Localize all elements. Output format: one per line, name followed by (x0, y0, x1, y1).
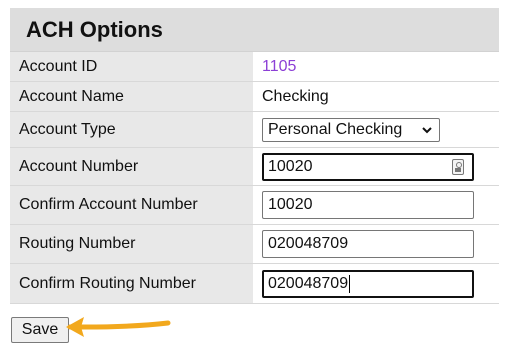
routing-number-cell: 020048709 (253, 225, 499, 263)
confirm-routing-number-value: 020048709 (268, 274, 349, 292)
routing-number-value: 020048709 (268, 235, 349, 252)
confirm-routing-number-input[interactable]: 020048709 (262, 269, 474, 298)
account-number-input[interactable]: 10020 (262, 152, 474, 181)
account-type-row: Account Type Personal Checking (10, 112, 499, 148)
ach-form: Account ID 1105 Account Name Checking Ac… (10, 52, 499, 304)
account-name-value: Checking (262, 87, 329, 105)
account-id-cell: 1105 (253, 52, 499, 81)
confirm-account-number-cell: 10020 (253, 186, 499, 224)
account-id-label: Account ID (10, 52, 253, 81)
account-name-label: Account Name (10, 82, 253, 111)
panel-title: ACH Options (26, 16, 163, 42)
routing-number-input[interactable]: 020048709 (262, 230, 474, 258)
account-type-select[interactable]: Personal Checking (262, 117, 440, 142)
confirm-routing-number-cell: 020048709 (253, 264, 499, 303)
account-type-selected: Personal Checking (268, 120, 403, 138)
account-number-label: Account Number (10, 148, 253, 185)
account-id-link[interactable]: 1105 (262, 58, 296, 76)
routing-number-label: Routing Number (10, 225, 253, 263)
ach-options-panel: ACH Options Account ID 1105 Account Name… (10, 8, 499, 304)
account-id-row: Account ID 1105 (10, 52, 499, 82)
account-type-label: Account Type (10, 112, 253, 147)
confirm-account-number-input[interactable]: 10020 (262, 191, 474, 219)
confirm-routing-number-row: Confirm Routing Number 020048709 (10, 264, 499, 304)
chevron-down-icon (422, 126, 432, 133)
text-caret (349, 274, 351, 293)
account-type-cell: Personal Checking (253, 112, 499, 147)
arrow-left-icon (66, 317, 171, 337)
confirm-routing-number-label: Confirm Routing Number (10, 264, 253, 303)
confirm-account-number-label: Confirm Account Number (10, 186, 253, 224)
account-number-value: 10020 (268, 157, 313, 175)
panel-header: ACH Options (10, 8, 499, 52)
confirm-account-number-row: Confirm Account Number 10020 (10, 186, 499, 225)
account-number-cell: 10020 (253, 148, 499, 185)
save-button[interactable]: Save (11, 317, 69, 343)
key-icon[interactable] (452, 158, 464, 175)
account-number-row: Account Number 10020 (10, 148, 499, 186)
confirm-account-number-value: 10020 (268, 196, 313, 213)
account-name-cell: Checking (253, 82, 499, 111)
routing-number-row: Routing Number 020048709 (10, 225, 499, 264)
account-name-row: Account Name Checking (10, 82, 499, 112)
